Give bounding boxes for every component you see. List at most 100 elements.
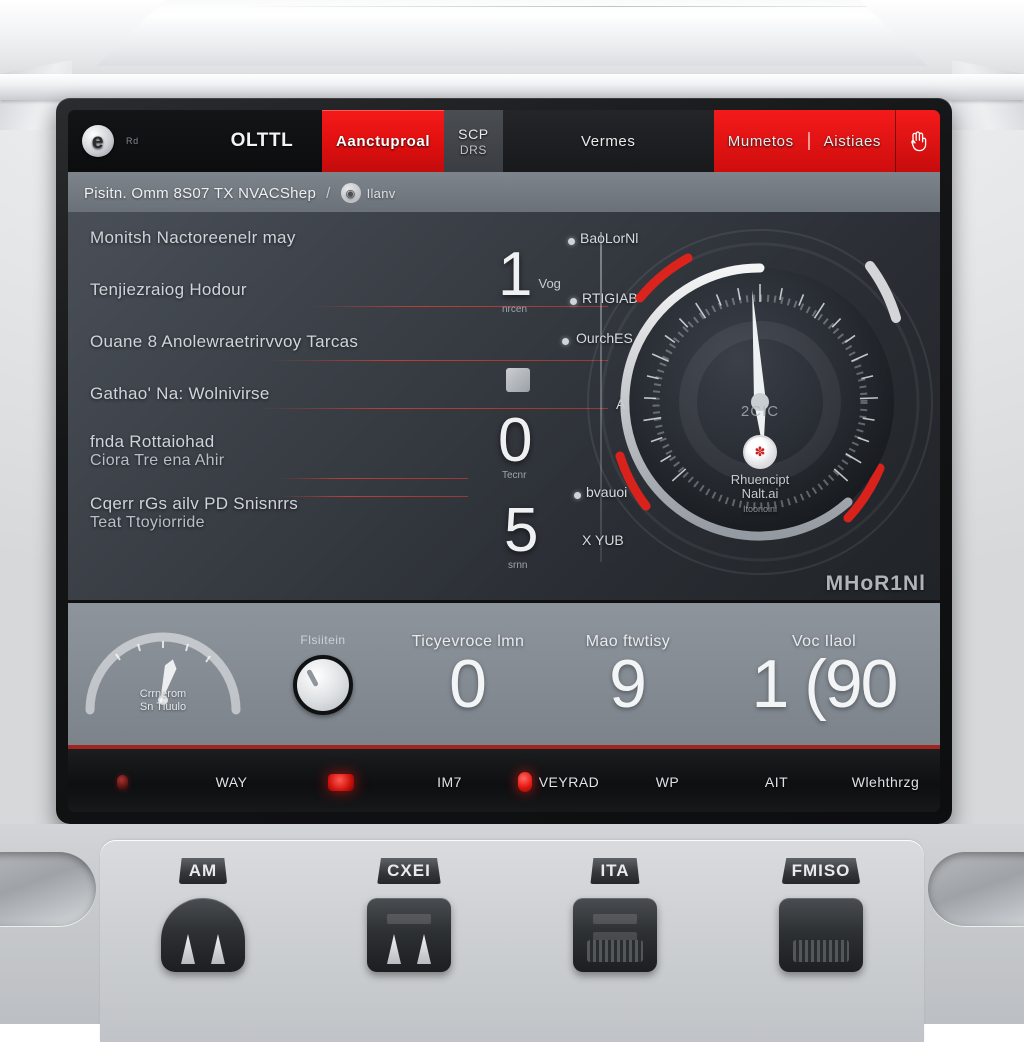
- tab-drs-label: DRS: [460, 143, 487, 157]
- breadcrumb-chip[interactable]: ◉ Ilanv: [341, 183, 396, 203]
- brand-subtext: Rd: [126, 136, 139, 146]
- row-rule: [278, 496, 468, 497]
- row-rule: [278, 478, 468, 479]
- rocker-fin: [211, 934, 225, 964]
- readout-number: 1: [498, 250, 532, 301]
- metric-item: Ticyevroce lmn 0: [388, 633, 548, 716]
- status-indicator-bar: WAY IM7 VEYRAD WP AIT Wlehthrzg: [68, 745, 940, 812]
- status-dot: [570, 298, 577, 305]
- tab-mumetos-label: Mumetos: [728, 133, 794, 150]
- status-label: WAY: [216, 774, 248, 790]
- hood-seam: [246, 6, 970, 7]
- metric-item: Voc Ilaol 1 (90: [708, 633, 940, 716]
- rocker-grip: [587, 940, 643, 962]
- button-label-cxei: CXEI: [377, 858, 441, 884]
- secondary-gauge-line2: Sn Tluulo: [140, 701, 186, 713]
- hand-icon[interactable]: [895, 110, 940, 172]
- gauge-caption: Rhuencipt Nalt.ai Itoorioini: [731, 473, 790, 516]
- status-badge: WAY: [177, 774, 286, 790]
- bezel-shelf: [0, 74, 1024, 100]
- rocker-slot: [593, 914, 637, 924]
- rocker-switch-cxei[interactable]: [367, 898, 451, 972]
- status-badge: IM7: [395, 774, 504, 790]
- readout-value-1: 1 Vog nrcen: [498, 250, 561, 301]
- button-label-am: AM: [179, 858, 227, 884]
- rocker-switch-am[interactable]: [161, 898, 245, 972]
- button-group-ita[interactable]: ITA: [540, 858, 690, 1042]
- display-screen: e Rd OLTTL Aanctuproal SCP DRS Vermes Mu…: [68, 110, 940, 812]
- button-group-cxei[interactable]: CXEI: [334, 858, 484, 1042]
- knob-label: Flsiitein: [300, 633, 345, 647]
- readout-value-2: 0 Tecnr: [498, 416, 532, 467]
- readout-sublabel: Tecnr: [502, 470, 526, 481]
- gauge-center-value: 2CIC: [741, 403, 779, 420]
- tab-divider: [808, 132, 810, 150]
- gauge-caption-line2: Nalt.ai: [742, 486, 779, 501]
- status-badge: AIT: [722, 774, 831, 790]
- breadcrumb-path: Pisitn. Omm 8S07 TX NVACShep: [84, 185, 316, 202]
- gauge-watermark: MHoR1Nl: [826, 572, 926, 596]
- readout-sublabel: srnn: [508, 560, 527, 571]
- button-panel: AM CXEI ITA: [100, 840, 924, 1042]
- app-logo[interactable]: e Rd: [68, 110, 202, 172]
- status-label: AIT: [765, 774, 788, 790]
- status-badge: WP: [613, 774, 722, 790]
- button-group-fmiso[interactable]: FMISO: [746, 858, 896, 1042]
- button-label-fmiso: FMISO: [782, 858, 861, 884]
- warning-led-icon: [117, 775, 128, 790]
- status-badge: VEYRAD: [504, 772, 613, 792]
- secondary-gauge-caption: Crrnerom Sn Tluulo: [140, 688, 186, 713]
- rocker-fin: [417, 934, 431, 964]
- navigation-bar: e Rd OLTTL Aanctuproal SCP DRS Vermes Mu…: [68, 110, 940, 172]
- rocker-grip: [793, 940, 849, 962]
- tab-active[interactable]: Aanctuproal: [322, 110, 444, 172]
- secondary-gauge-line1: Crrnerom: [140, 688, 186, 700]
- breadcrumb-chip-label: Ilanv: [367, 186, 396, 201]
- status-badge: Wlehthrzg: [831, 774, 940, 790]
- rocker-switch-fmiso[interactable]: [779, 898, 863, 972]
- rocker-fin: [181, 934, 195, 964]
- status-badge: [286, 774, 395, 791]
- alert-led-icon: [518, 772, 532, 792]
- metric-item: Mao ftwtisy 9: [548, 633, 708, 716]
- readout-unit: Vog: [538, 276, 560, 301]
- rocker-fin: [387, 934, 401, 964]
- readout-number: 0: [498, 416, 532, 467]
- chassis-hood: [96, 0, 928, 66]
- readout-value-3: 5 srnn: [504, 506, 538, 557]
- metric-value: 0: [449, 653, 487, 716]
- gauge-caption-line1: Rhuencipt: [731, 472, 790, 487]
- secondary-gauge[interactable]: Crrnerom Sn Tluulo: [68, 614, 258, 734]
- document-icon: [506, 368, 530, 392]
- handle-left: [0, 852, 96, 926]
- readout-number: 5: [504, 506, 538, 557]
- brand-circle-icon: e: [82, 125, 114, 157]
- control-knob-group[interactable]: Flsiitein: [258, 633, 388, 715]
- device-chassis: e Rd OLTTL Aanctuproal SCP DRS Vermes Mu…: [0, 0, 1024, 1024]
- metrics-panel: Crrnerom Sn Tluulo Flsiitein Ticyevroce …: [68, 600, 940, 745]
- tab-group-alerts[interactable]: Mumetos Aistiaes: [714, 110, 895, 172]
- button-label-ita: ITA: [590, 858, 639, 884]
- control-deck: AM CXEI ITA: [0, 824, 1024, 1024]
- rocker-switch-ita[interactable]: [573, 898, 657, 972]
- dial-icon: ◉: [341, 183, 361, 203]
- status-label: Wlehthrzg: [852, 774, 920, 790]
- status-label: IM7: [437, 774, 462, 790]
- tab-aistiaes-label: Aistiaes: [824, 133, 881, 150]
- metric-value: 9: [609, 653, 647, 716]
- status-label: WP: [656, 774, 680, 790]
- battery-led-icon: [328, 774, 354, 791]
- tab-scp-drs[interactable]: SCP DRS: [444, 110, 503, 172]
- gauge-badge-icon: ✽: [743, 435, 777, 469]
- gauge-caption-sub: Itoorioini: [743, 504, 777, 514]
- status-badge: [68, 775, 177, 790]
- tab-scp-label: SCP: [458, 126, 489, 142]
- tab-vermes[interactable]: Vermes: [503, 110, 714, 172]
- rotary-knob[interactable]: [293, 655, 353, 715]
- main-gauge[interactable]: 2CIC ✽ Rhuencipt Nalt.ai Itoorioini MHoR…: [580, 206, 940, 600]
- button-group-am[interactable]: AM: [128, 858, 278, 1042]
- status-label: VEYRAD: [539, 774, 600, 790]
- status-dot: [562, 338, 569, 345]
- handle-right: [928, 852, 1024, 926]
- status-dot: [568, 238, 575, 245]
